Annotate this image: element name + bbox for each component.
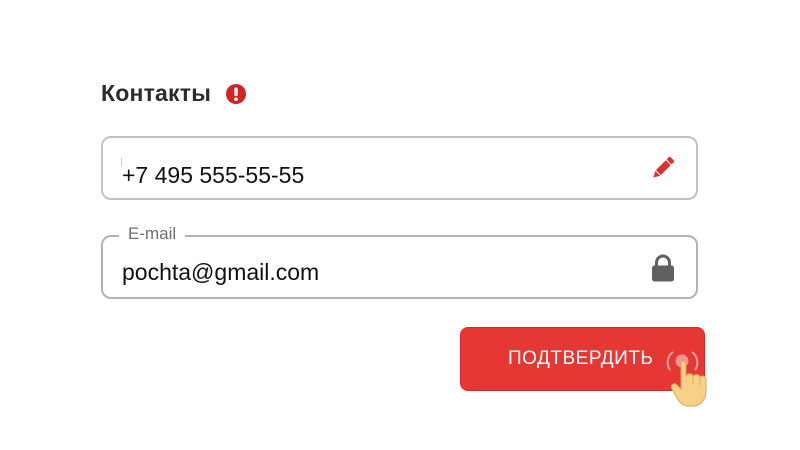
contacts-form: Контакты +7 495 555-55-55 E-mail pochta@… [0,0,800,450]
pencil-icon[interactable] [648,153,678,183]
section-header: Контакты [101,80,247,107]
phone-field[interactable]: +7 495 555-55-55 [101,136,698,200]
lock-icon [652,254,674,282]
submit-button-label: ПОДТВЕРДИТЬ [508,348,654,369]
email-value: pochta@gmail.com [122,259,320,285]
section-title: Контакты [101,80,212,106]
exclamation-circle-icon [226,83,247,104]
hand-pointer-icon [666,351,707,407]
email-field[interactable]: E-mail pochta@gmail.com [101,223,698,299]
phone-value: +7 495 555-55-55 [122,162,305,188]
